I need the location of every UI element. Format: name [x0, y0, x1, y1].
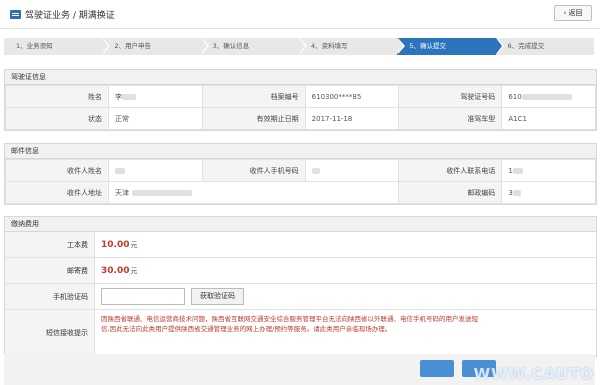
postage-value: 30.00	[101, 265, 130, 276]
vehicle-label: 准驾车型	[398, 107, 503, 130]
address-label: 收件人地址	[5, 181, 109, 204]
mail-info-panel: 邮件信息 收件人姓名 收件人手机号码 收件人联系电话 1 收件人地址 天津 邮政…	[4, 143, 597, 205]
step-5-label: 5、确认提交	[409, 42, 446, 50]
address-value: 天津	[107, 181, 400, 204]
step-1-label: 1、业务须知	[16, 42, 53, 50]
cost-row: 工本费 10.00 元	[5, 232, 596, 258]
step-3-label: 3、确认信息	[212, 42, 250, 50]
expiry-label: 有效期止日期	[201, 107, 306, 130]
page-title-text: 驾驶证业务 / 期满换证	[25, 11, 115, 21]
watermark-text: WWW.CAUTO	[473, 365, 594, 383]
contact-label: 收件人联系电话	[398, 159, 503, 182]
sms-label: 短信接收提示	[5, 310, 95, 356]
recipient-label: 收件人姓名	[5, 159, 109, 182]
status-value: 正常	[108, 107, 203, 130]
fees-panel: 缴纳费用 工本费 10.00 元 邮寄费 30.00 元 手机验证码 获取验证码 短…	[4, 216, 597, 357]
recipient-value	[108, 159, 203, 182]
verification-code-input[interactable]	[101, 288, 185, 305]
phone-value	[304, 159, 400, 182]
step-1: 1、业务须知	[4, 38, 111, 55]
status-label: 状态	[5, 107, 109, 130]
postcode-label: 邮政编码	[398, 181, 503, 204]
contact-value: 1	[501, 159, 596, 182]
vehicle-value: A1C1	[501, 107, 596, 130]
back-button[interactable]: ‹ 返回	[554, 5, 592, 21]
step-progress: 1、业务须知 2、用户申告 3、确认信息 4、资料填写 5、确认提交 6、完成提…	[4, 38, 594, 55]
license-no-label: 驾驶证号码	[398, 85, 503, 108]
cost-label: 工本费	[5, 232, 95, 257]
step-4: 4、资料填写	[298, 38, 406, 55]
postage-label: 邮寄费	[5, 258, 95, 283]
phone-label: 收件人手机号码	[201, 159, 306, 182]
postcode-value: 3	[501, 181, 596, 204]
name-value: 李	[108, 85, 203, 108]
top-bar: 驾驶证业务 / 期满换证 ‹ 返回	[0, 0, 600, 29]
fees-title: 缴纳费用	[5, 217, 596, 232]
step-2: 2、用户申告	[102, 38, 209, 55]
cost-value: 10.00	[101, 239, 130, 250]
step-4-label: 4、资料填写	[310, 42, 348, 50]
postage-row: 邮寄费 30.00 元	[5, 258, 596, 284]
sms-row: 短信接收提示 因陕西省联通、电信运营商技术问题，陕西省互联网交通安全综合服务管理…	[5, 310, 596, 356]
license-info-title: 驾驶证信息	[5, 70, 596, 85]
step-5: 5、确认提交	[397, 38, 504, 55]
back-button-label: 返回	[568, 9, 583, 17]
name-label: 姓名	[5, 85, 109, 108]
step-2-label: 2、用户申告	[114, 42, 151, 50]
file-no-label: 档案编号	[201, 85, 306, 108]
cost-unit: 元	[130, 240, 138, 249]
postage-unit: 元	[130, 266, 138, 275]
mail-info-title: 邮件信息	[5, 144, 596, 159]
step-6: 6、完成提交	[495, 38, 594, 55]
sms-notice: 因陕西省联通、电信运营商技术问题，陕西省互联网交通安全综合服务管理平台无法向陕西…	[101, 315, 478, 333]
document-icon	[10, 10, 21, 19]
license-info-panel: 驾驶证信息 姓名 李 档案编号 610300****85 驾驶证号码 610 状…	[4, 69, 597, 131]
get-code-button[interactable]: 获取验证码	[191, 288, 244, 305]
expiry-value: 2017-11-18	[304, 107, 400, 130]
step-3: 3、确认信息	[200, 38, 307, 55]
license-no-value: 610	[501, 85, 596, 108]
code-row: 手机验证码 获取验证码	[5, 284, 596, 310]
code-label: 手机验证码	[5, 284, 95, 309]
file-no-value: 610300****85	[304, 85, 400, 108]
step-6-label: 6、完成提交	[507, 42, 545, 50]
prev-button[interactable]	[420, 360, 454, 377]
page-title: 驾驶证业务 / 期满换证	[10, 8, 115, 21]
